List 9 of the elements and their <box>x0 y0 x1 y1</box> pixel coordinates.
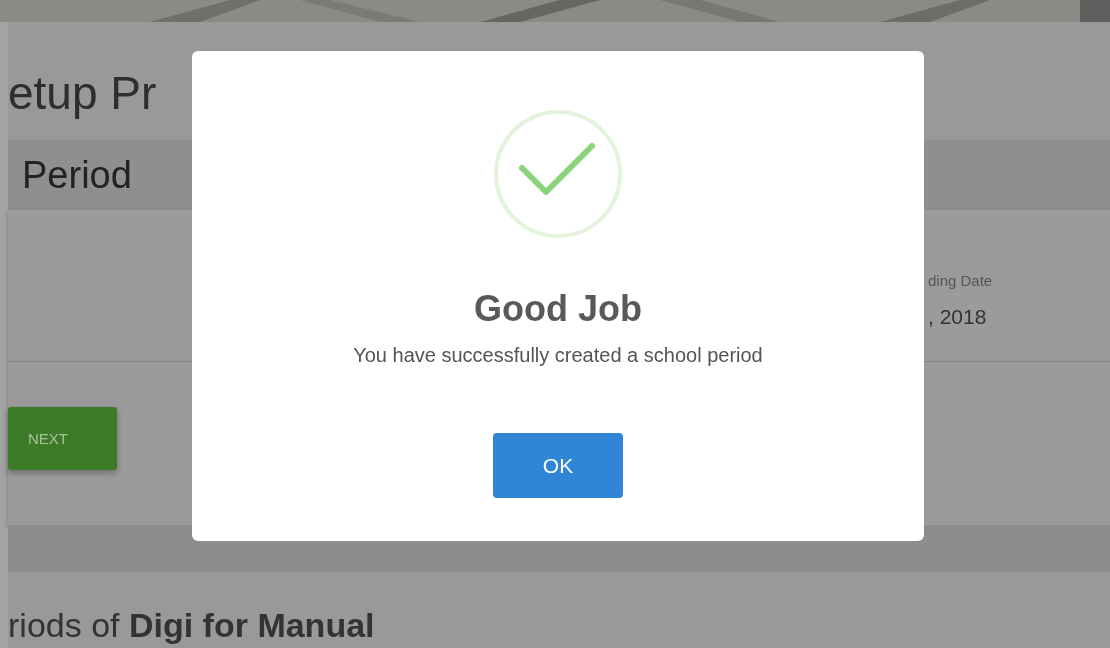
dialog-title: Good Job <box>474 288 642 330</box>
section-heading: riods of Digi for Manual <box>8 606 375 644</box>
page-title: etup Pr <box>8 67 157 119</box>
dialog-message: You have successfully created a school period <box>353 344 763 367</box>
field-label: ding Date <box>928 272 994 289</box>
checkmark-icon <box>492 108 624 240</box>
field-value: , 2018 <box>928 305 988 329</box>
ok-button[interactable]: OK <box>493 433 623 498</box>
next-button[interactable]: NEXT <box>8 407 117 470</box>
